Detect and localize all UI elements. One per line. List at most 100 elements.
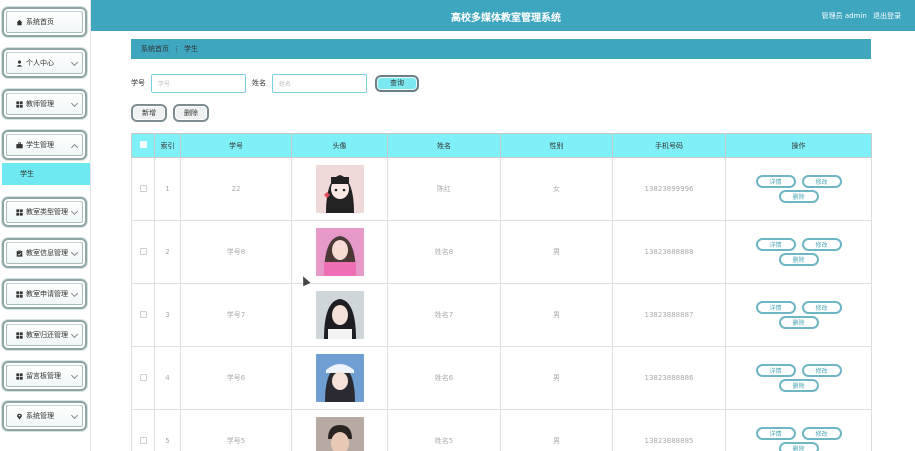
- sidebar-item-label: 教室类型管理: [26, 208, 68, 216]
- sidebar-item-label: 系统首页: [26, 18, 54, 26]
- sidebar-item-teacher[interactable]: 教师管理: [2, 89, 87, 119]
- cell-index: 2: [154, 220, 181, 284]
- row-checkbox[interactable]: [139, 373, 147, 381]
- cell-phone: 13823888886: [612, 346, 726, 410]
- delete-button[interactable]: 删除: [778, 442, 819, 451]
- edit-button[interactable]: 修改: [801, 175, 842, 188]
- chevron-down-icon: [70, 248, 79, 257]
- delete-button[interactable]: 删除: [778, 379, 819, 392]
- table-row: 5 学号5 姓名5 男 13823888885 详情 修改 删除: [131, 409, 872, 451]
- sidebar-item-label: 学生管理: [26, 141, 54, 149]
- sidebar-item-classroom-apply[interactable]: 教室申请管理: [2, 279, 87, 309]
- row-checkbox-cell[interactable]: [131, 220, 155, 284]
- sidebar-item-profile[interactable]: 个人中心: [2, 48, 87, 78]
- column-header: 头像: [291, 133, 388, 158]
- cell-phone: 13823888888: [612, 220, 726, 284]
- cell-student-id: 学号6: [180, 346, 292, 410]
- avatar: [315, 165, 364, 213]
- row-checkbox-cell[interactable]: [131, 409, 155, 451]
- cell-phone: 13823888887: [612, 283, 726, 347]
- detail-button[interactable]: 详情: [755, 175, 796, 188]
- sidebar: 系统首页 个人中心 教师管理 学生管理 学生 教室类型管理 教室信息管理 教室申…: [0, 0, 91, 451]
- table-row: 4 学号6 姓名6 男 13823888886 详情 修改 删除: [131, 346, 872, 410]
- sidebar-item-message-board[interactable]: 留言板管理: [2, 361, 87, 391]
- cell-gender: 女: [500, 157, 613, 221]
- cell-gender: 男: [500, 346, 613, 410]
- home-icon: [16, 19, 23, 25]
- query-button[interactable]: 查询: [375, 74, 419, 92]
- detail-button[interactable]: 详情: [755, 301, 796, 314]
- chevron-down-icon: [70, 289, 79, 298]
- column-header: 索引: [154, 133, 181, 158]
- row-checkbox-cell[interactable]: [131, 346, 155, 410]
- sidebar-item-home[interactable]: 系统首页: [2, 7, 87, 37]
- grid-icon: [16, 100, 23, 108]
- select-all-cell[interactable]: [131, 133, 155, 158]
- action-buttons: 新增 删除: [131, 104, 209, 122]
- sidebar-subitem-student[interactable]: 学生: [2, 163, 90, 185]
- cell-actions: 详情 修改 删除: [725, 409, 872, 451]
- row-checkbox[interactable]: [139, 310, 147, 318]
- row-checkbox-cell[interactable]: [131, 157, 155, 221]
- sidebar-item-label: 教室申请管理: [26, 290, 68, 298]
- sidebar-item-classroom-type[interactable]: 教室类型管理: [2, 197, 87, 227]
- sidebar-item-student[interactable]: 学生管理: [2, 130, 87, 160]
- row-checkbox-cell[interactable]: [131, 283, 155, 347]
- edit-button[interactable]: 修改: [801, 238, 842, 251]
- search-bar: 学号 学号 姓名 姓名 查询: [131, 73, 419, 93]
- cell-gender: 男: [500, 283, 613, 347]
- cell-avatar: [291, 283, 388, 347]
- batch-delete-button[interactable]: 删除: [173, 104, 209, 122]
- row-checkbox[interactable]: [139, 247, 147, 255]
- delete-button[interactable]: 删除: [778, 316, 819, 329]
- chevron-down-icon: [70, 371, 79, 380]
- top-header: 高校多媒体教室管理系统 管理员 admin 退出登录: [91, 0, 915, 31]
- add-button[interactable]: 新增: [131, 104, 167, 122]
- detail-button[interactable]: 详情: [755, 364, 796, 377]
- table-row: 1 22 陈红 女 13823899996 详情 修改 删除: [131, 157, 872, 221]
- sidebar-item-system[interactable]: 系统管理: [2, 401, 87, 431]
- sidebar-item-label: 教室信息管理: [26, 249, 68, 257]
- name-label: 姓名: [252, 79, 266, 87]
- avatar: [315, 291, 364, 339]
- breadcrumb-home[interactable]: 系统首页: [141, 44, 169, 54]
- cell-avatar: [291, 346, 388, 410]
- cell-name: 姓名7: [387, 283, 501, 347]
- sidebar-subitem-label: 学生: [20, 170, 34, 178]
- cell-actions: 详情 修改 删除: [725, 346, 872, 410]
- sidebar-item-label: 教师管理: [26, 100, 54, 108]
- cell-index: 4: [154, 346, 181, 410]
- cell-phone: 13823899996: [612, 157, 726, 221]
- cell-student-id: 学号8: [180, 220, 292, 284]
- delete-button[interactable]: 删除: [778, 190, 819, 203]
- chevron-up-icon: [70, 143, 79, 152]
- chevron-down-icon: [70, 207, 79, 216]
- sidebar-item-classroom-return[interactable]: 教室归还管理: [2, 320, 87, 350]
- name-input[interactable]: 姓名: [272, 73, 367, 93]
- logout-link[interactable]: 退出登录: [873, 12, 901, 20]
- edit-button[interactable]: 修改: [801, 364, 842, 377]
- grid-icon: [16, 208, 23, 216]
- column-header: 手机号码: [612, 133, 726, 158]
- row-checkbox[interactable]: [139, 184, 147, 192]
- edit-button[interactable]: 修改: [801, 427, 842, 440]
- sidebar-item-classroom-info[interactable]: 教室信息管理: [2, 238, 87, 268]
- row-checkbox[interactable]: [139, 436, 147, 444]
- detail-button[interactable]: 详情: [755, 238, 796, 251]
- grid-icon: [16, 372, 23, 380]
- student-table: 索引 学号 头像 姓名 性别 手机号码 操作 1 22 陈红 女 1382389…: [131, 133, 872, 451]
- column-header: 学号: [180, 133, 292, 158]
- cell-gender: 男: [500, 409, 613, 451]
- delete-button[interactable]: 删除: [778, 253, 819, 266]
- edit-button[interactable]: 修改: [801, 301, 842, 314]
- table-row: 3 学号7 姓名7 男 13823888887 详情 修改 删除: [131, 283, 872, 347]
- detail-button[interactable]: 详情: [755, 427, 796, 440]
- cell-avatar: [291, 157, 388, 221]
- clipboard-icon: [16, 249, 23, 257]
- select-all-checkbox[interactable]: [139, 141, 147, 148]
- student-id-label: 学号: [131, 79, 145, 87]
- avatar: [315, 417, 364, 451]
- table-header-row: 索引 学号 头像 姓名 性别 手机号码 操作: [131, 133, 872, 158]
- cell-gender: 男: [500, 220, 613, 284]
- student-id-input[interactable]: 学号: [151, 73, 246, 93]
